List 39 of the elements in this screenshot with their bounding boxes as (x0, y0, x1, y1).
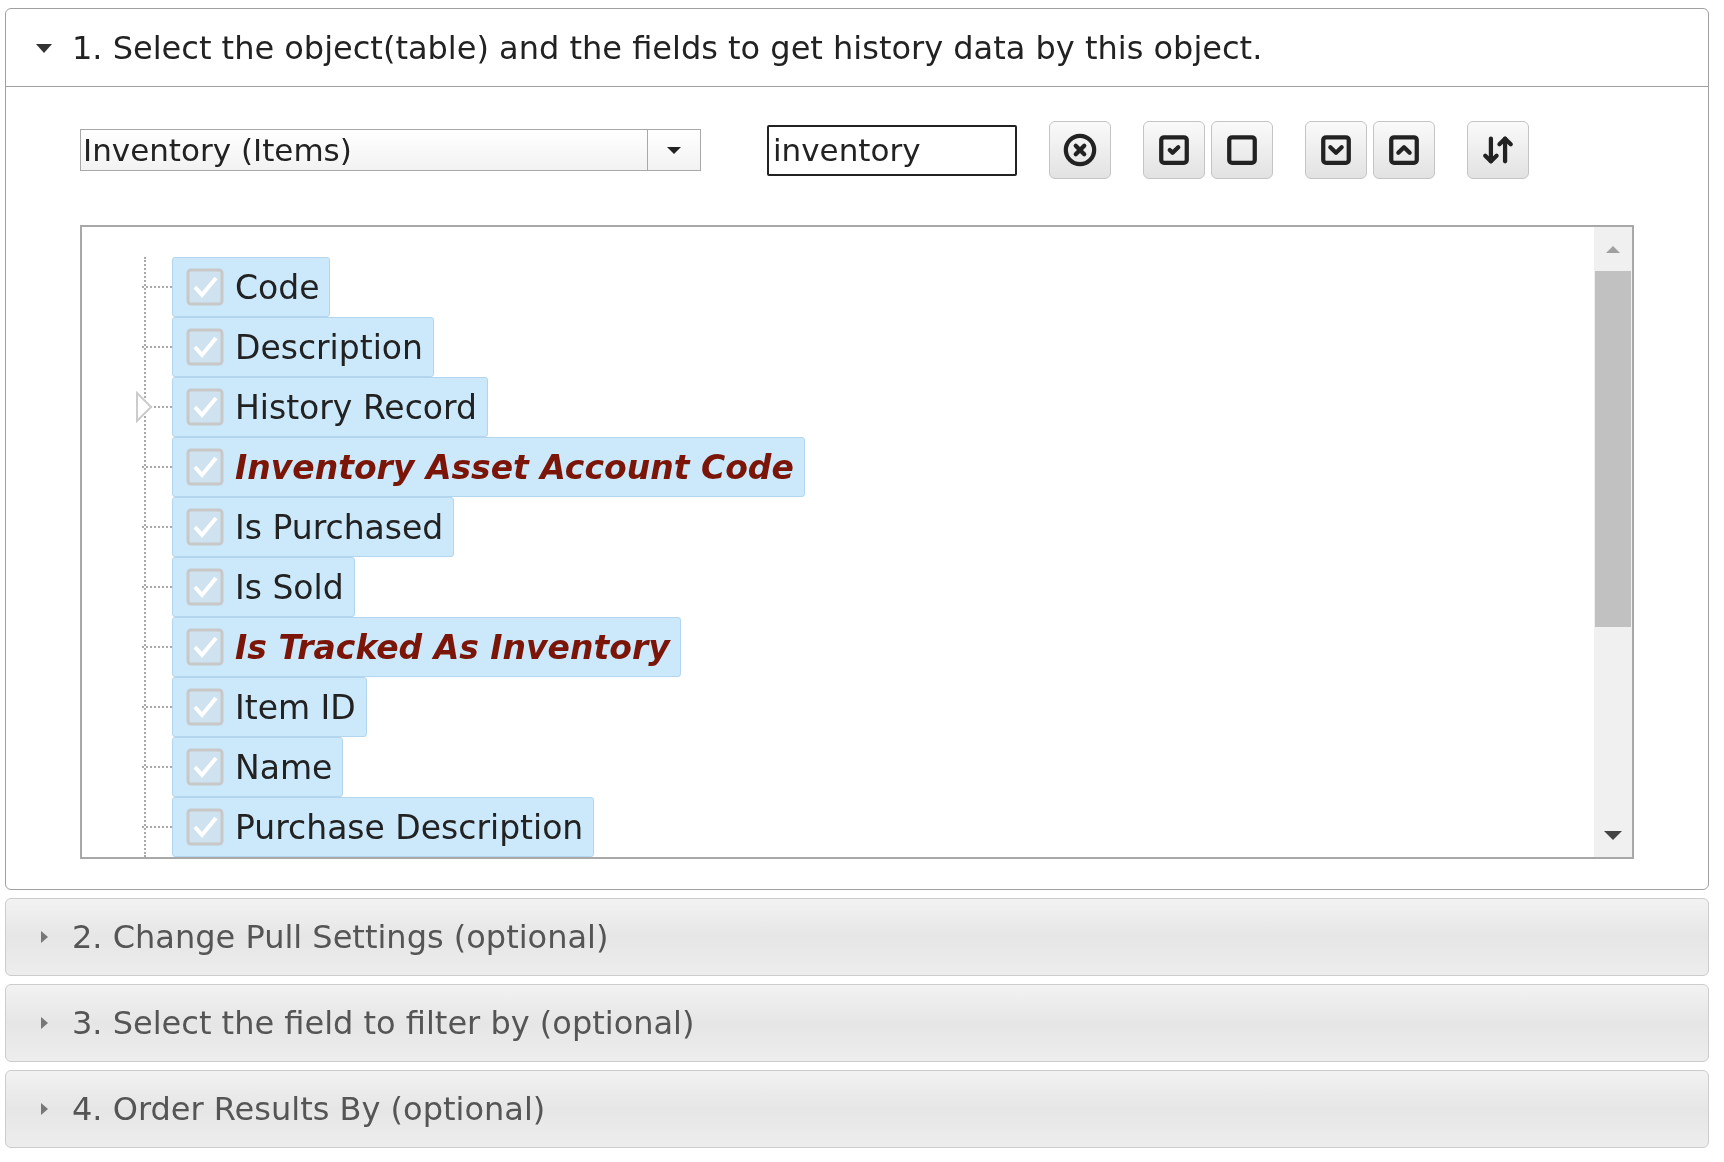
field-item[interactable]: Is Sold (172, 557, 355, 617)
search-field[interactable]: inventory (767, 124, 1017, 176)
checked-box-icon[interactable] (185, 567, 225, 607)
checked-box-icon[interactable] (185, 747, 225, 787)
section-header[interactable]: 2. Change Pull Settings (optional) (6, 899, 1708, 975)
field-item[interactable]: Is Tracked As Inventory (172, 617, 681, 677)
field-item[interactable]: Inventory Asset Account Code (172, 437, 805, 497)
checked-box-icon[interactable] (185, 447, 225, 487)
section-header[interactable]: 4. Order Results By (optional) (6, 1071, 1708, 1147)
checked-box-icon (1157, 133, 1191, 167)
checked-box-icon[interactable] (185, 687, 225, 727)
field-item[interactable]: Item ID (172, 677, 367, 737)
checked-box-icon[interactable] (185, 267, 225, 307)
checked-box-icon[interactable] (185, 507, 225, 547)
toolbar-button[interactable] (1373, 121, 1435, 179)
clear-icon (1063, 133, 1097, 167)
chevron-down-icon (1319, 133, 1353, 167)
field-item[interactable]: Is Purchased (172, 497, 455, 557)
field-item[interactable]: Code (172, 257, 331, 317)
section-header[interactable]: 3. Select the field to filter by (optional) (6, 985, 1708, 1061)
checked-box-icon[interactable] (185, 807, 225, 847)
section-header[interactable]: 1. Select the object(table) and the fields to get history data by this object. (6, 9, 1708, 87)
field-item[interactable]: History Record (172, 377, 488, 437)
toolbar-button[interactable] (1143, 121, 1205, 179)
toolbar-button[interactable] (1467, 121, 1529, 179)
object-dropdown[interactable]: Inventory (Items) (80, 129, 701, 171)
checked-box-icon[interactable] (185, 327, 225, 367)
scrollbar[interactable] (1594, 227, 1632, 857)
field-item[interactable]: Purchase Description (172, 797, 595, 857)
toolbar-button[interactable] (1305, 121, 1367, 179)
checked-box-icon[interactable] (185, 627, 225, 667)
chevron-up-icon (1387, 133, 1421, 167)
toolbar-button[interactable] (1049, 121, 1111, 179)
expand-arrow-icon[interactable] (134, 391, 154, 423)
field-item[interactable]: Description (172, 317, 434, 377)
square-icon (1225, 133, 1259, 167)
toolbar-button[interactable] (1211, 121, 1273, 179)
checked-box-icon[interactable] (185, 387, 225, 427)
field-item[interactable]: Name (172, 737, 344, 797)
